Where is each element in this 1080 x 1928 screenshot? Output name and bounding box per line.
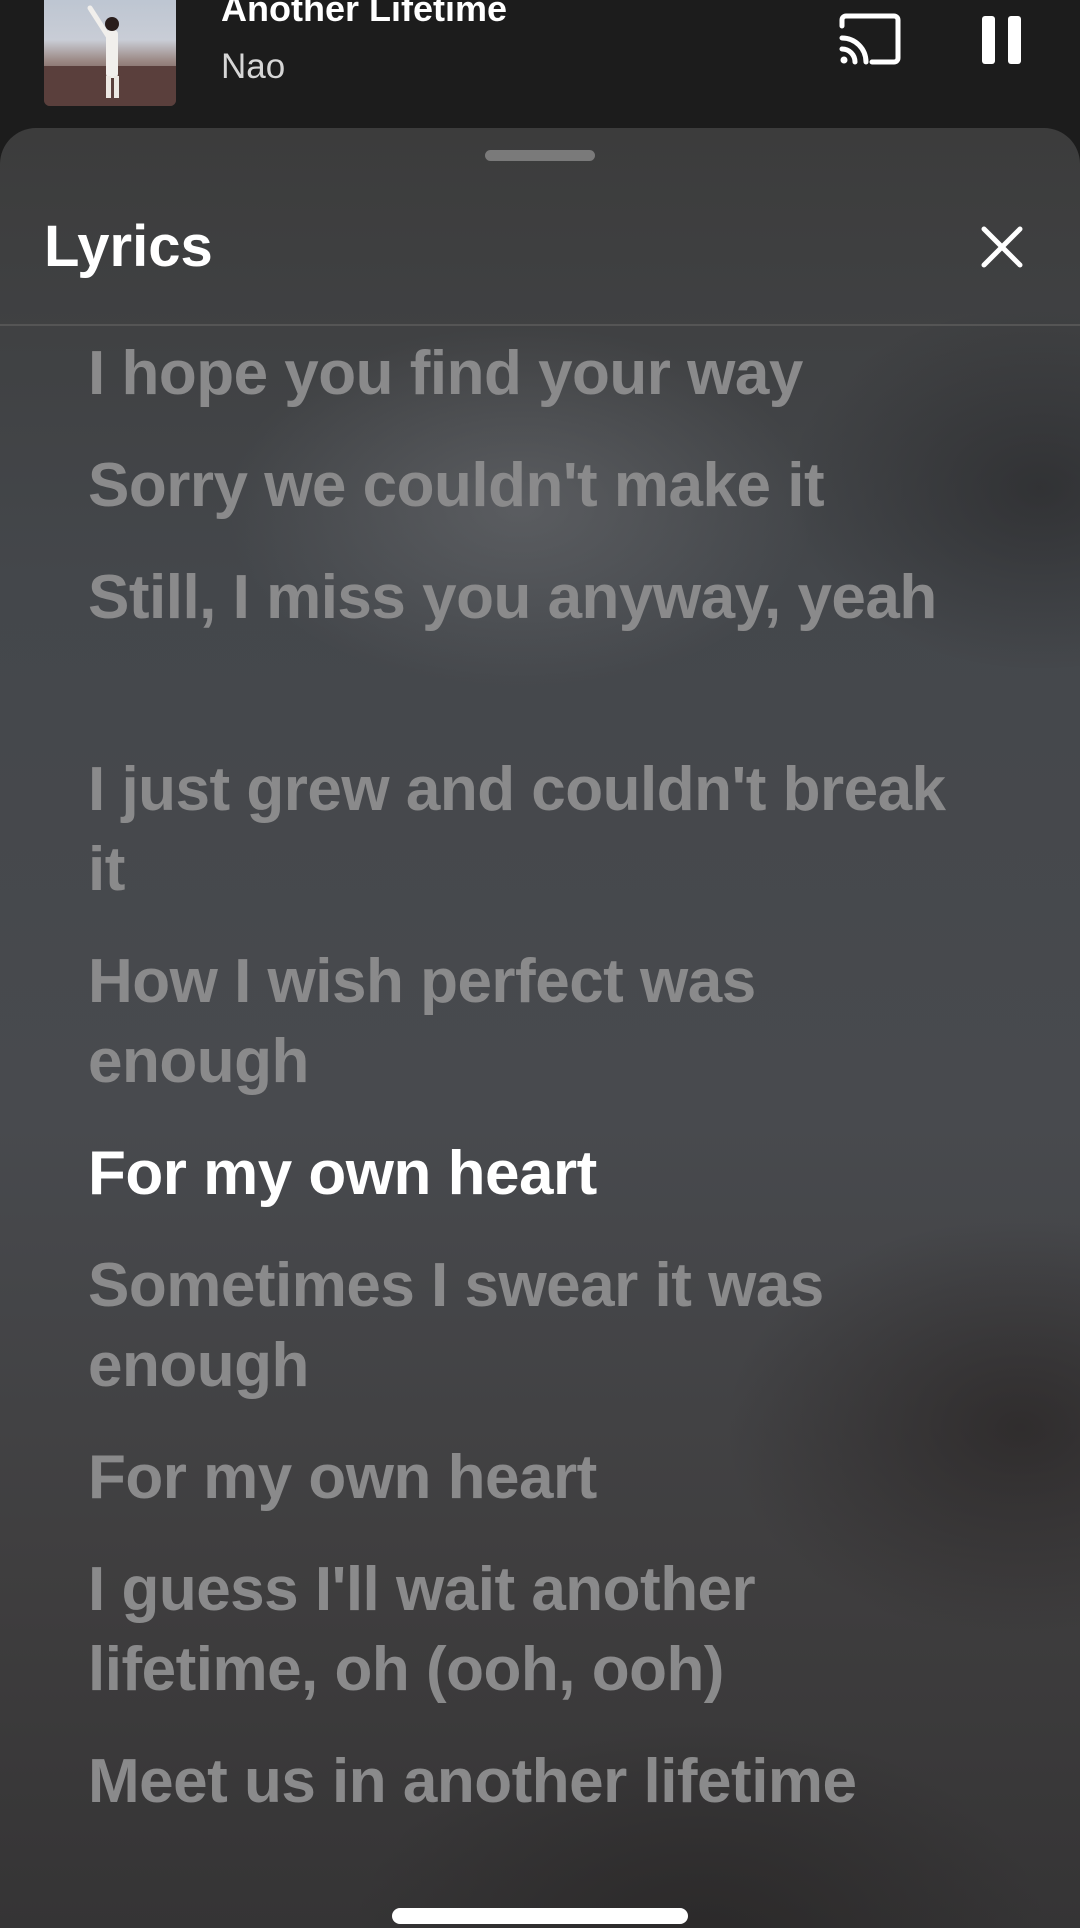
close-button[interactable] bbox=[977, 222, 1027, 272]
lyric-line[interactable]: Meet us in another lifetime bbox=[88, 1742, 948, 1822]
track-artist[interactable]: Nao bbox=[221, 44, 285, 90]
lyrics-list[interactable]: I hope you find your way Sorry we couldn… bbox=[0, 326, 1080, 1928]
home-indicator[interactable] bbox=[392, 1908, 688, 1924]
sheet-title: Lyrics bbox=[44, 214, 213, 279]
lyric-line[interactable]: Sorry we couldn't make it bbox=[88, 446, 948, 526]
lyric-line[interactable]: Sometimes I swear it was enough bbox=[88, 1246, 948, 1406]
album-art[interactable] bbox=[44, 0, 176, 106]
album-art-figure-icon bbox=[44, 5, 176, 106]
lyric-line[interactable]: Still, I miss you anyway, yeah bbox=[88, 558, 948, 638]
pause-button[interactable] bbox=[978, 12, 1026, 68]
lyric-line[interactable]: I guess I'll wait another lifetime, oh (… bbox=[88, 1550, 948, 1710]
lyric-line[interactable]: I hope you find your way bbox=[88, 334, 948, 414]
cast-icon bbox=[839, 13, 901, 65]
sheet-header: Lyrics bbox=[0, 164, 1080, 326]
mini-player[interactable]: Another Lifetime Nao bbox=[0, 0, 1080, 140]
drag-handle[interactable] bbox=[485, 150, 595, 161]
lyrics-sheet: Lyrics I hope you find your way Sorry we… bbox=[0, 128, 1080, 1928]
pause-icon bbox=[982, 16, 1021, 64]
track-title[interactable]: Another Lifetime bbox=[221, 0, 507, 32]
lyric-line[interactable]: For my own heart bbox=[88, 1438, 948, 1518]
cast-button[interactable] bbox=[836, 12, 904, 68]
lyric-line[interactable]: How I wish perfect was enough bbox=[88, 942, 948, 1102]
close-icon bbox=[981, 226, 1023, 268]
lyric-line-active[interactable]: For my own heart bbox=[88, 1134, 948, 1214]
lyric-line[interactable]: I just grew and couldn't break it bbox=[88, 750, 948, 910]
